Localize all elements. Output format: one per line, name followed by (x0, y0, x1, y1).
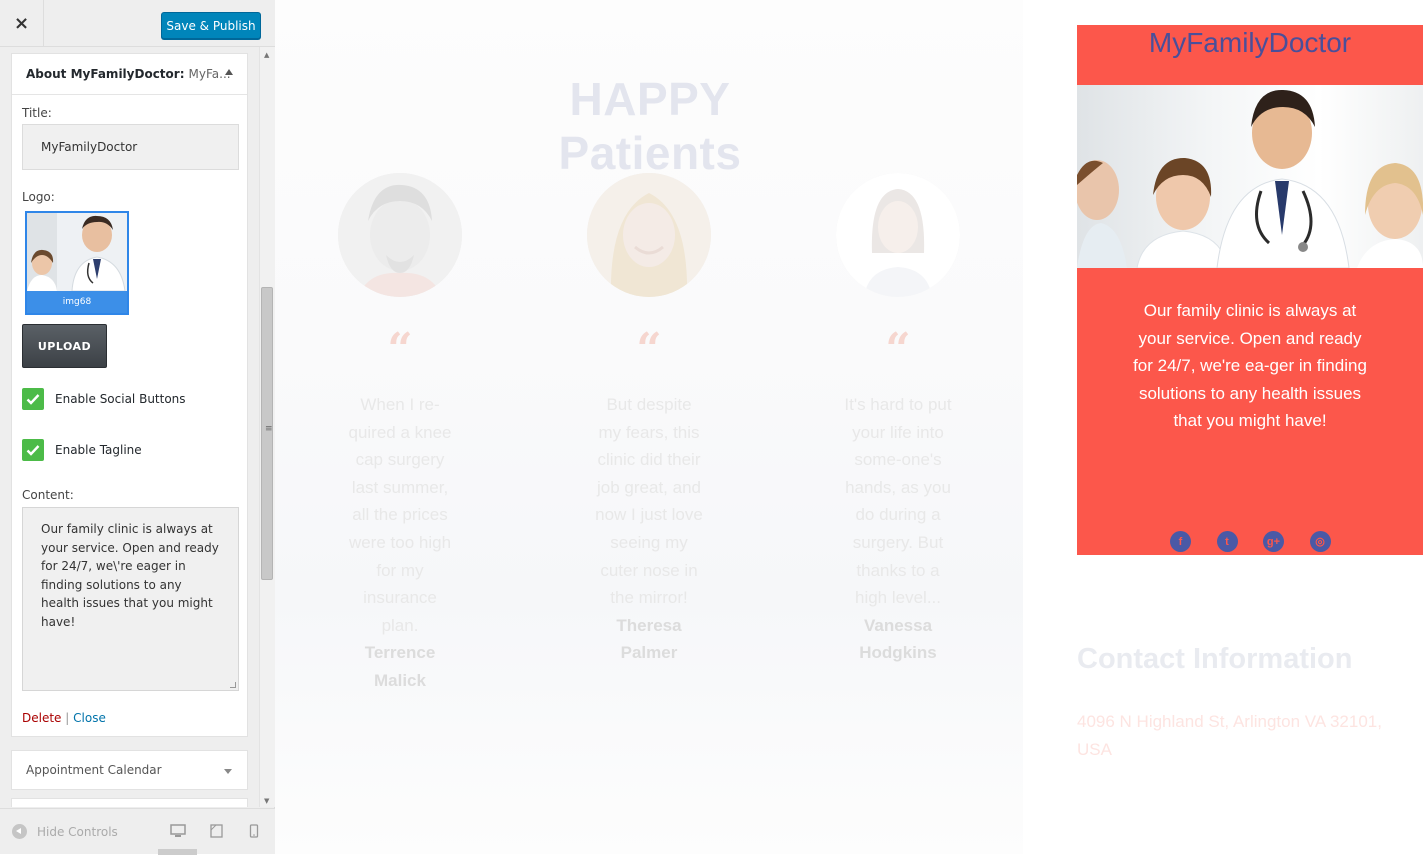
testimonial-text: It's hard to put your life into some-one… (844, 395, 952, 608)
about-widget: About MyFamilyDoctor: MyFa... Title: MyF… (11, 53, 248, 737)
social-buttons: f t g+ ◎ (1170, 531, 1356, 552)
widget-actions: Delete | Close (22, 711, 106, 725)
testimonial-card: “ It's hard to put your life into some-o… (808, 173, 988, 667)
patient-avatar (587, 173, 711, 297)
checkmark-icon (26, 445, 40, 456)
patient-avatar (836, 173, 960, 297)
instagram-icon[interactable]: ◎ (1309, 531, 1331, 552)
tagline-checkbox[interactable] (22, 439, 44, 461)
footer-handle (158, 849, 197, 855)
testimonial-card: “ When I re-quired a knee cap surgery la… (310, 173, 490, 695)
save-publish-button[interactable]: Save & Publish (161, 12, 261, 39)
quote-icon: “ (636, 324, 662, 375)
testimonial-author: Vanessa Hodgkins (859, 615, 937, 663)
social-buttons-checkbox[interactable] (22, 388, 44, 410)
customizer-header: × Save & Publish (0, 0, 275, 47)
facebook-icon[interactable]: f (1170, 531, 1191, 552)
testimonials-title: HAPPY Patients (558, 73, 742, 179)
google-plus-icon[interactable]: g+ (1263, 531, 1284, 552)
customizer-sidebar: × Save & Publish About MyFamilyDoctor: M… (0, 0, 275, 855)
doctors-group-icon (1077, 89, 1423, 268)
link-separator: | (65, 711, 70, 725)
appointment-calendar-label: Appointment Calendar (26, 763, 162, 777)
content-label: Content: (22, 488, 74, 502)
checkmark-icon (26, 394, 40, 405)
logo-filename: img68 (27, 291, 127, 313)
tagline-option: Enable Tagline (22, 439, 142, 461)
mobile-preview-icon[interactable] (249, 823, 259, 842)
content-text: Our family clinic is always at your serv… (41, 522, 219, 629)
delete-link[interactable]: Delete (22, 711, 61, 725)
title-label: Title: (22, 106, 52, 120)
quote-icon: “ (885, 324, 911, 375)
quote-icon: “ (387, 324, 413, 375)
doctor-photo-icon (27, 213, 127, 292)
site-title: MyFamilyDoctor (1148, 27, 1352, 58)
testimonial-text: But despite my fears, this clinic did th… (595, 395, 703, 608)
woman-portrait-icon (587, 173, 711, 297)
social-buttons-label: Enable Social Buttons (55, 392, 186, 406)
hide-controls-button[interactable]: Hide Controls (12, 824, 118, 839)
expand-arrow-icon[interactable] (224, 769, 232, 774)
woman-portrait-icon (836, 173, 960, 297)
tagline-label: Enable Tagline (55, 443, 142, 457)
scroll-up-icon[interactable]: ▲ (264, 51, 269, 59)
customizer-controls: About MyFamilyDoctor: MyFa... Title: MyF… (0, 47, 275, 807)
contact-address: 4096 N Highland St, Arlington VA 32101, … (1077, 712, 1382, 759)
about-text: Our family clinic is always at your serv… (1133, 301, 1367, 431)
scroll-down-icon[interactable]: ▼ (264, 797, 269, 805)
grip-icon: ≡ (265, 424, 273, 434)
sidebar-scrollbar[interactable]: ▲ ≡ ▼ (259, 47, 275, 807)
customizer-footer: Hide Controls (0, 808, 275, 855)
close-icon: × (13, 13, 30, 34)
testimonial-author: Terrence Malick (364, 643, 436, 690)
content-textarea[interactable]: Our family clinic is always at your serv… (22, 507, 239, 691)
testimonial-author: Theresa Palmer (616, 615, 682, 663)
collapse-arrow-icon[interactable] (225, 69, 233, 75)
title-input[interactable]: MyFamilyDoctor (22, 124, 239, 170)
next-widget-stub[interactable] (11, 798, 248, 807)
man-portrait-icon (338, 173, 462, 297)
close-link[interactable]: Close (73, 711, 106, 725)
about-widget-preview: MyFamilyDoctor Our family clinic is alwa… (1077, 25, 1423, 555)
twitter-icon[interactable]: t (1216, 531, 1238, 552)
testimonial-card: “ But despite my fears, this clinic did … (559, 173, 739, 667)
desktop-preview-icon[interactable] (170, 823, 186, 842)
site-preview: HAPPY Patients “ When I re-quired a knee… (275, 0, 1423, 854)
logo-label: Logo: (22, 190, 55, 204)
tablet-preview-icon[interactable] (210, 823, 223, 842)
contact-title: Contact Information (1077, 643, 1353, 675)
logo-thumbnail[interactable]: img68 (25, 211, 129, 315)
widget-title: About MyFamilyDoctor: (26, 67, 185, 81)
about-widget-header[interactable]: About MyFamilyDoctor: MyFa... (12, 54, 247, 95)
doctors-photo (1077, 85, 1423, 268)
social-buttons-option: Enable Social Buttons (22, 388, 186, 410)
upload-button[interactable]: UPLOAD (22, 324, 107, 368)
close-customizer-button[interactable]: × (0, 0, 44, 47)
scrollbar-thumb[interactable]: ≡ (261, 287, 273, 580)
collapse-icon (12, 824, 27, 839)
resize-handle-icon[interactable] (230, 682, 236, 688)
appointment-calendar-widget[interactable]: Appointment Calendar (11, 750, 248, 790)
hide-controls-label: Hide Controls (37, 824, 118, 839)
patient-avatar (338, 173, 462, 297)
testimonial-text: When I re-quired a knee cap surgery last… (348, 395, 452, 635)
